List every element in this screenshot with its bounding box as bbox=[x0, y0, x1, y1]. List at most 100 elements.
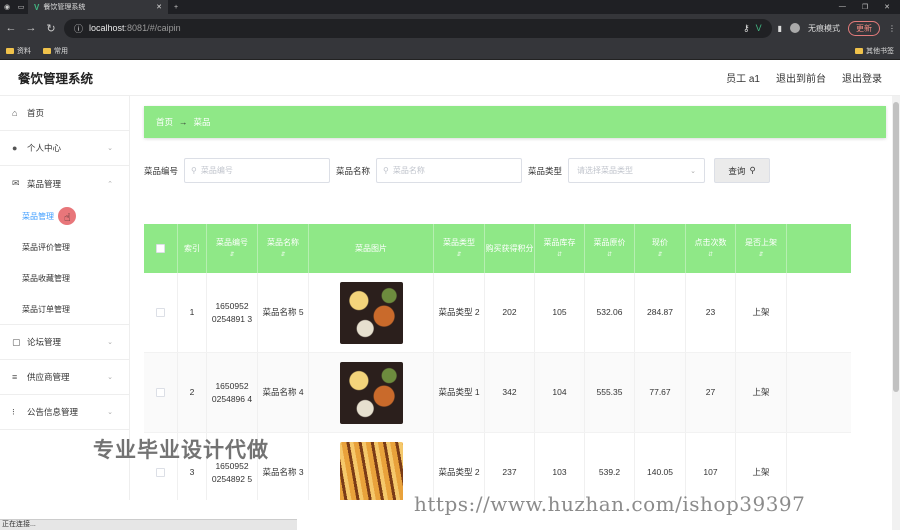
info-icon[interactable]: ⓘ bbox=[74, 22, 83, 35]
cell-actions bbox=[787, 353, 851, 432]
home-icon: ⌂ bbox=[12, 108, 18, 118]
dish-image[interactable] bbox=[339, 281, 403, 344]
name-input[interactable]: ⚲ 菜品名称 bbox=[376, 158, 523, 183]
cell-code: 1650952 0254896 4 bbox=[207, 353, 258, 432]
submenu-dish-order[interactable]: 菜品订单管理 bbox=[0, 294, 129, 325]
row-checkbox[interactable] bbox=[156, 468, 165, 477]
row-checkbox-cell[interactable] bbox=[144, 353, 178, 432]
row-checkbox[interactable] bbox=[156, 388, 165, 397]
arrow-right-icon: → bbox=[179, 117, 188, 127]
header-clicks[interactable]: 点击次数 ⇵ bbox=[686, 224, 736, 273]
bookmark-folder-2[interactable]: 常用 bbox=[43, 46, 68, 56]
cell-onsale: 上架 bbox=[736, 433, 787, 500]
minimize-icon[interactable]: — bbox=[839, 3, 846, 11]
header-points[interactable]: 购买获得积分 bbox=[485, 224, 535, 273]
table-row[interactable]: 1 1650952 0254891 3 菜品名称 5 菜品类型 2 202 10… bbox=[144, 273, 851, 353]
toolbar-right: ▮ 无痕模式 更新 ⋮ bbox=[778, 20, 896, 36]
forward-icon[interactable]: → bbox=[24, 22, 38, 34]
dish-image[interactable] bbox=[339, 361, 403, 424]
logout-link[interactable]: 退出登录 bbox=[842, 70, 882, 85]
sidebar-item-home[interactable]: ⌂ 首页 bbox=[0, 96, 129, 131]
header-type[interactable]: 菜品类型 ⇵ bbox=[434, 224, 485, 273]
select-all-checkbox-cell[interactable] bbox=[144, 224, 178, 273]
sidebar-item-forum[interactable]: ▢ 论坛管理 ⌄ bbox=[0, 325, 129, 360]
sidebar-item-dish[interactable]: ✉ 菜品管理 ⌃ bbox=[0, 166, 129, 201]
row-checkbox[interactable] bbox=[156, 308, 165, 317]
cell-orig-price: 539.2 bbox=[585, 433, 635, 500]
window-controls: — ❐ ✕ bbox=[839, 3, 900, 11]
table-row[interactable]: 2 1650952 0254896 4 菜品名称 4 菜品类型 1 342 10… bbox=[144, 353, 851, 433]
cell-name: 菜品名称 5 bbox=[258, 273, 309, 352]
header-name[interactable]: 菜品名称 ⇵ bbox=[258, 224, 309, 273]
sidebar-item-personal[interactable]: ● 个人中心 ⌄ bbox=[0, 131, 129, 166]
code-label: 菜品编号 bbox=[144, 165, 179, 176]
breadcrumb-current: 菜品 bbox=[193, 117, 211, 127]
query-button[interactable]: 查询 ⚲ bbox=[714, 158, 771, 183]
bookmark-folder-1[interactable]: 资料 bbox=[6, 46, 31, 56]
header-orig-price[interactable]: 菜品原价 ⇵ bbox=[585, 224, 635, 273]
row-checkbox-cell[interactable] bbox=[144, 273, 178, 352]
reload-icon[interactable]: ↻ bbox=[44, 22, 58, 35]
address-bar[interactable]: ⓘ localhost:8081/#/caipin ⚷ V bbox=[64, 18, 772, 38]
maximize-icon[interactable]: ❐ bbox=[862, 3, 868, 11]
key-icon[interactable]: ⚷ bbox=[743, 23, 750, 34]
browser-tabstrip: ◉ ▭ V 餐饮管理系统 ✕ + — ❐ ✕ bbox=[0, 0, 900, 14]
cell-points: 342 bbox=[485, 353, 535, 432]
back-to-front-link[interactable]: 退出到前台 bbox=[776, 70, 826, 85]
tab-title: 餐饮管理系统 bbox=[43, 4, 86, 11]
search-form: 菜品编号 ⚲ 菜品编号 菜品名称 ⚲ 菜品名称 菜品类型 请选择菜品类型 ⌄ 查… bbox=[144, 158, 886, 183]
sort-icon[interactable]: ⇵ bbox=[456, 249, 461, 262]
incognito-label[interactable]: 无痕模式 bbox=[808, 23, 840, 34]
sidebar-item-notice[interactable]: ⁝ 公告信息管理 ⌄ bbox=[0, 395, 129, 430]
browser-tab[interactable]: V 餐饮管理系统 ✕ bbox=[28, 0, 168, 14]
vue-devtools-icon[interactable]: V bbox=[756, 23, 762, 33]
sort-icon[interactable]: ⇵ bbox=[708, 249, 713, 262]
header-price[interactable]: 现价 ⇵ bbox=[635, 224, 686, 273]
dish-image[interactable] bbox=[339, 441, 403, 500]
cell-actions bbox=[787, 433, 851, 500]
submenu-dish-mgmt[interactable]: 菜品管理 ☝ bbox=[0, 201, 129, 232]
header-code[interactable]: 菜品编号 ⇵ bbox=[207, 224, 258, 273]
breadcrumb: 首页 → 菜品 bbox=[144, 106, 886, 138]
chrome-menu-icon[interactable]: ◉ bbox=[0, 3, 14, 11]
header-onsale[interactable]: 是否上架 ⇵ bbox=[736, 224, 787, 273]
header-stock[interactable]: 菜品库存 ⇵ bbox=[535, 224, 585, 273]
search-icon: ⚲ bbox=[191, 166, 197, 175]
cell-type: 菜品类型 2 bbox=[434, 433, 485, 500]
code-input[interactable]: ⚲ 菜品编号 bbox=[184, 158, 331, 183]
header-image[interactable]: 菜品图片 bbox=[309, 224, 434, 273]
sidebar-item-supplier[interactable]: ≡ 供应商管理 ⌄ bbox=[0, 360, 129, 395]
other-bookmarks[interactable]: 其他书签 bbox=[855, 46, 894, 56]
table-header: 索引 菜品编号 ⇵ 菜品名称 ⇵ 菜品图片 菜品类型 ⇵ 购买获得积分 菜品库存 ⇵ 菜… bbox=[144, 224, 851, 273]
tab-search-icon[interactable]: ▭ bbox=[14, 3, 28, 11]
back-icon[interactable]: ← bbox=[4, 22, 18, 34]
cell-stock: 105 bbox=[535, 273, 585, 352]
mail-icon: ✉ bbox=[12, 178, 20, 188]
cell-name: 菜品名称 4 bbox=[258, 353, 309, 432]
close-window-icon[interactable]: ✕ bbox=[884, 3, 890, 11]
name-label: 菜品名称 bbox=[336, 165, 371, 176]
sort-icon[interactable]: ⇵ bbox=[280, 249, 285, 262]
page-scrollbar[interactable] bbox=[892, 96, 900, 530]
submenu-dish-review[interactable]: 菜品评价管理 bbox=[0, 232, 129, 263]
sort-icon[interactable]: ⇵ bbox=[607, 249, 612, 262]
folder-icon bbox=[43, 47, 51, 54]
sort-icon[interactable]: ⇵ bbox=[657, 249, 662, 262]
sidepanel-icon[interactable]: ▮ bbox=[778, 24, 782, 33]
breadcrumb-home[interactable]: 首页 bbox=[156, 116, 173, 128]
sort-icon[interactable]: ⇵ bbox=[229, 249, 234, 262]
more-menu-icon[interactable]: ⋮ bbox=[888, 24, 896, 33]
close-tab-icon[interactable]: ✕ bbox=[156, 3, 162, 11]
update-button[interactable]: 更新 bbox=[848, 20, 880, 36]
sort-icon[interactable]: ⇵ bbox=[758, 249, 763, 262]
url-path: :8081/#/caipin bbox=[124, 23, 181, 33]
vue-favicon-icon: V bbox=[34, 2, 40, 12]
type-select[interactable]: 请选择菜品类型 ⌄ bbox=[568, 158, 706, 183]
sort-icon[interactable]: ⇵ bbox=[557, 249, 562, 262]
new-tab-icon[interactable]: + bbox=[168, 4, 184, 11]
scrollbar-thumb[interactable] bbox=[893, 102, 899, 392]
select-all-checkbox[interactable] bbox=[156, 244, 165, 253]
cell-actions bbox=[787, 273, 851, 352]
cell-onsale: 上架 bbox=[736, 353, 787, 432]
submenu-dish-favorite[interactable]: 菜品收藏管理 bbox=[0, 263, 129, 294]
